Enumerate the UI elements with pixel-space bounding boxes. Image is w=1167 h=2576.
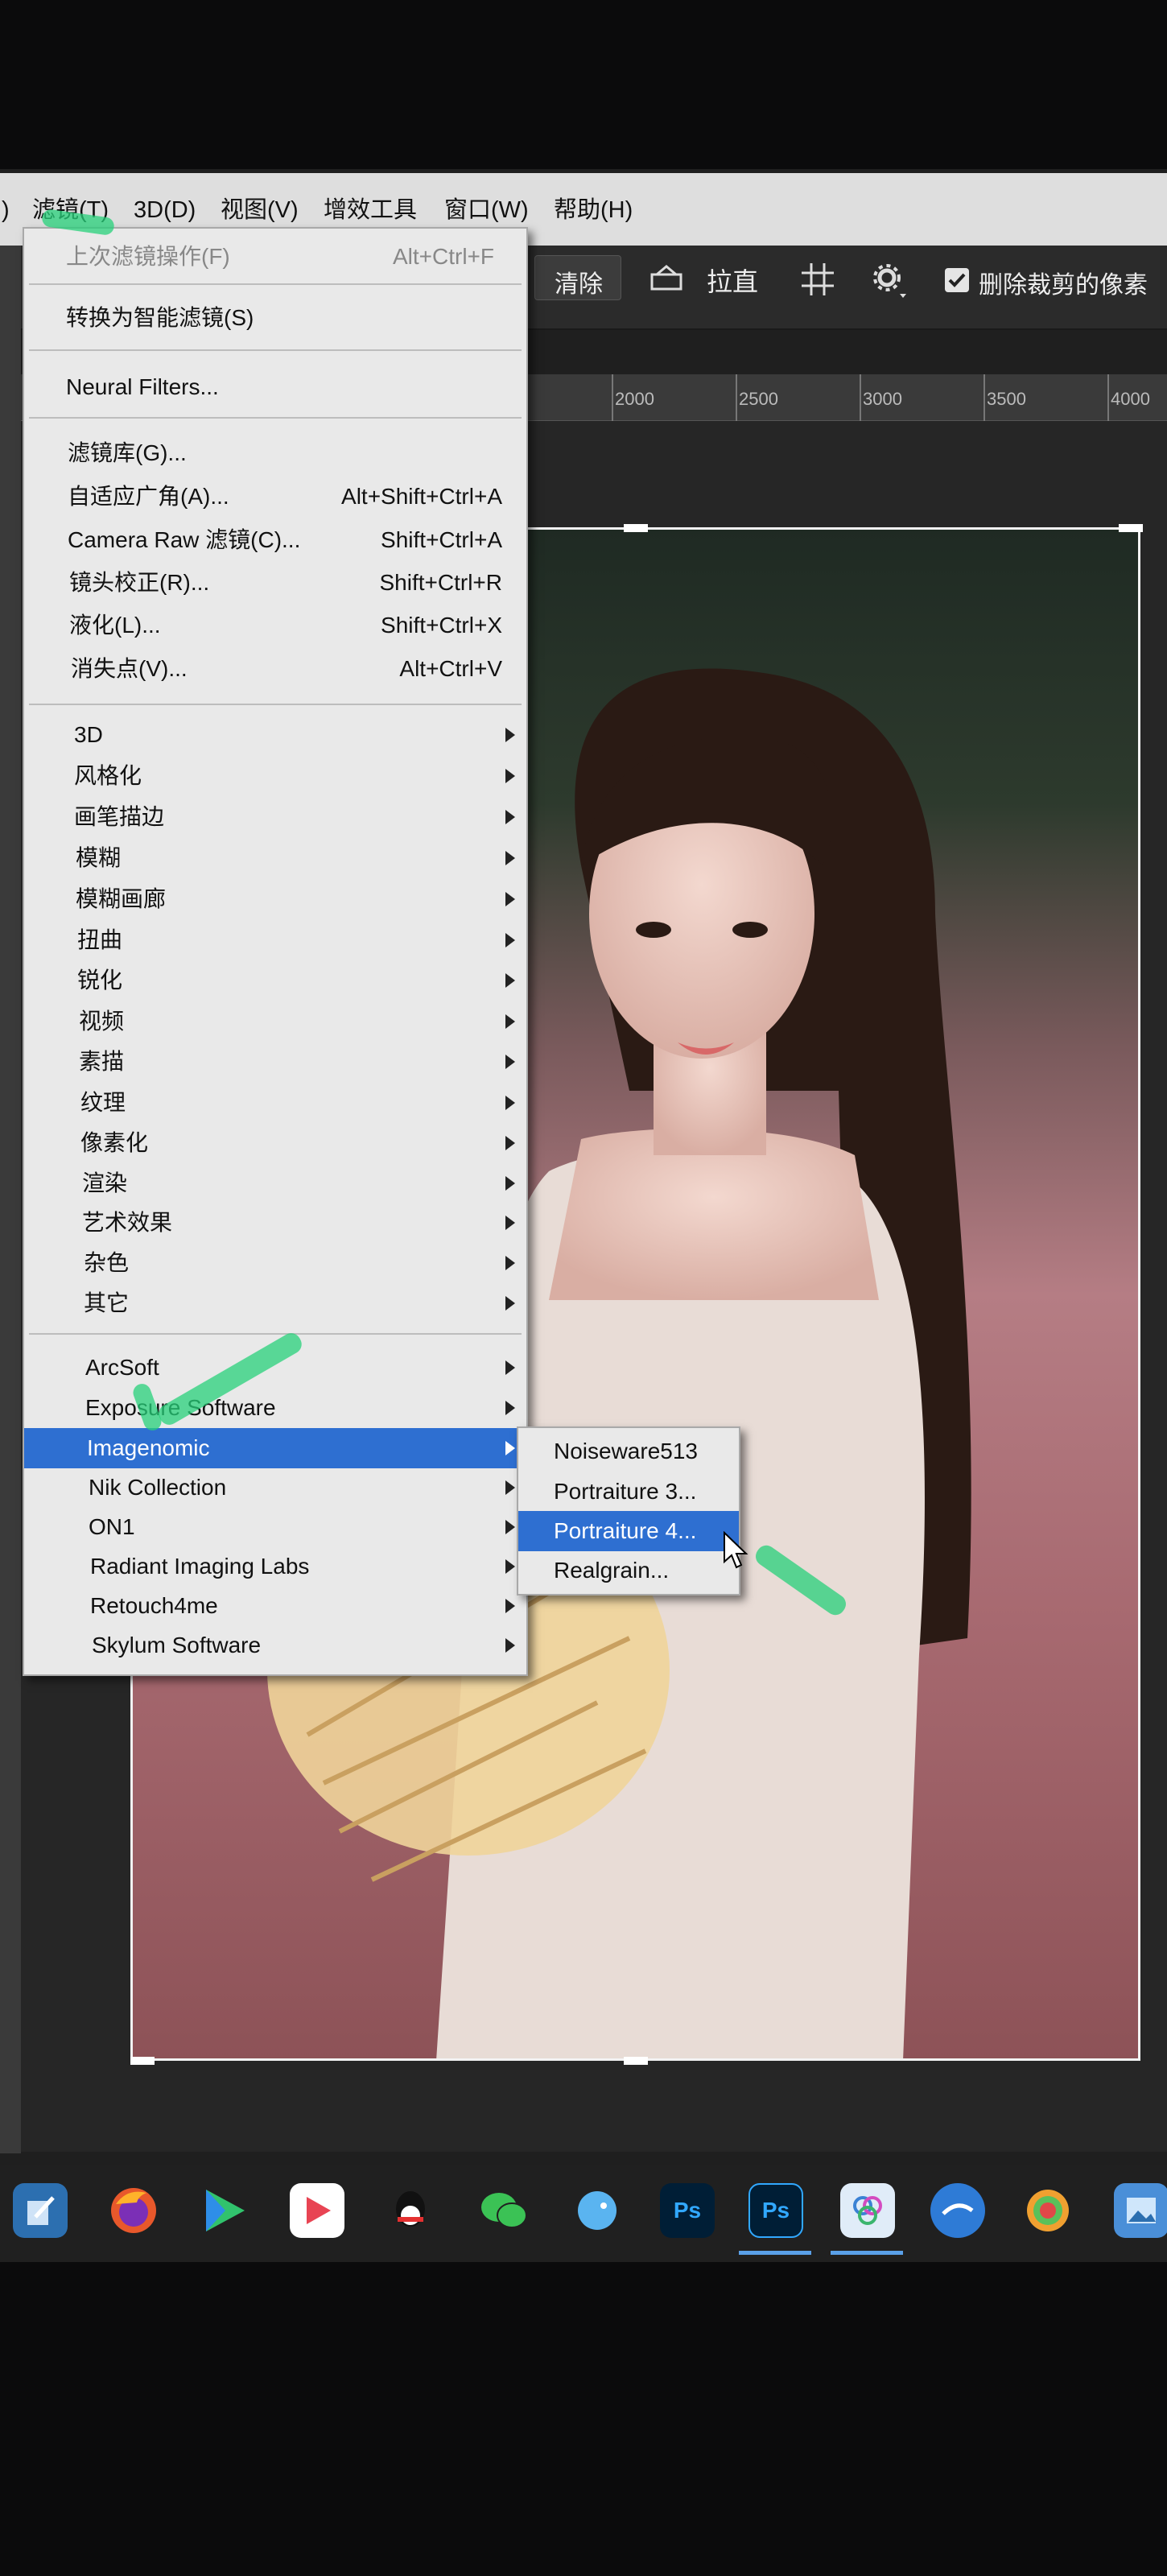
video-app-icon[interactable] — [290, 2183, 344, 2238]
wechat-app-icon[interactable] — [476, 2183, 531, 2238]
menu-item-lens-correction[interactable]: 镜头校正(R)... Shift+Ctrl+R — [24, 563, 526, 603]
photos-app-icon[interactable] — [840, 2183, 895, 2238]
menu-item-render[interactable]: 渲染 — [24, 1163, 526, 1203]
menu-help[interactable]: 帮助(H) — [554, 191, 633, 229]
menu-item-exposure-software[interactable]: Exposure Software — [24, 1388, 526, 1428]
straighten-icon[interactable] — [649, 262, 684, 294]
delete-cropped-checkbox[interactable] — [945, 268, 969, 292]
menu-item-other[interactable]: 其它 — [24, 1283, 526, 1323]
menu-item-skylum-software[interactable]: Skylum Software — [24, 1625, 526, 1666]
menu-item-distort[interactable]: 扭曲 — [24, 920, 526, 960]
clear-button[interactable]: 清除 — [534, 255, 621, 300]
menu-view[interactable]: 视图(V) — [221, 191, 299, 229]
tool-panel-edge — [0, 246, 21, 2153]
menu-plugins[interactable]: 增效工具 — [324, 191, 417, 229]
menu-item-nik-collection[interactable]: Nik Collection — [24, 1468, 526, 1508]
ruler-tick: 3000 — [863, 389, 902, 409]
crop-handle-bottom-left[interactable] — [130, 2057, 155, 2065]
menu-item-convert-smart-filter[interactable]: 转换为智能滤镜(S) — [24, 298, 526, 338]
menu-item-imagenomic[interactable]: Imagenomic — [24, 1428, 526, 1468]
submenu-item-noiseware[interactable]: Noiseware513 — [518, 1431, 739, 1472]
ruler-tick: 4000 — [1111, 389, 1150, 409]
menu-item-on1[interactable]: ON1 — [24, 1507, 526, 1547]
photoshop-label: Ps — [673, 2198, 702, 2223]
menu-item-stylize[interactable]: 风格化 — [24, 756, 526, 796]
crop-handle-top-right[interactable] — [1119, 524, 1143, 532]
crop-handle-bottom[interactable] — [624, 2057, 648, 2065]
filter-menu: 上次滤镜操作(F) Alt+Ctrl+F 转换为智能滤镜(S) Neural F… — [23, 227, 528, 1676]
photoshop-active-app-icon[interactable]: Ps — [748, 2183, 803, 2238]
notepad-app-icon[interactable] — [13, 2183, 68, 2238]
menu-item-last-filter[interactable]: 上次滤镜操作(F) Alt+Ctrl+F — [24, 237, 526, 277]
menu-item-pixelate[interactable]: 像素化 — [24, 1123, 526, 1163]
active-app-indicator — [739, 2251, 811, 2255]
clear-button-label: 清除 — [555, 271, 603, 298]
menu-item-neural-filters[interactable]: Neural Filters... — [24, 367, 526, 407]
submenu-item-realgrain[interactable]: Realgrain... — [518, 1550, 739, 1591]
menu-item-sharpen[interactable]: 锐化 — [24, 960, 526, 1001]
play-app-icon[interactable] — [196, 2183, 251, 2238]
menu-item-artistic[interactable]: 艺术效果 — [24, 1203, 526, 1243]
grid-overlay-icon[interactable] — [798, 260, 837, 299]
browser-app-icon[interactable] — [930, 2183, 985, 2238]
menu-item-adaptive-wide-angle[interactable]: 自适应广角(A)... Alt+Shift+Ctrl+A — [24, 477, 526, 517]
gear-icon[interactable] — [869, 260, 908, 299]
crop-handle-top[interactable] — [624, 524, 648, 532]
ruler-tick: 2000 — [615, 389, 654, 409]
menu-item-3d[interactable]: 3D — [24, 715, 526, 755]
straighten-label[interactable]: 拉直 — [707, 262, 758, 299]
app-indicator — [831, 2251, 903, 2255]
menu-item-filter-gallery[interactable]: 滤镜库(G)... — [24, 433, 526, 473]
menu-item-radiant-imaging-labs[interactable]: Radiant Imaging Labs — [24, 1546, 526, 1587]
photoshop-active-label: Ps — [761, 2198, 790, 2223]
menu-3d[interactable]: 3D(D) — [134, 191, 196, 229]
qq-app-icon[interactable] — [383, 2183, 438, 2238]
ruler-tick: 2500 — [739, 389, 778, 409]
menu-item-liquify[interactable]: 液化(L)... Shift+Ctrl+X — [24, 605, 526, 646]
menu-item-blur-gallery[interactable]: 模糊画廊 — [24, 879, 526, 919]
menu-item-texture[interactable]: 纹理 — [24, 1083, 526, 1123]
submenu-item-portraiture-4[interactable]: Portraiture 4... — [518, 1511, 739, 1551]
menu-item-brush-strokes[interactable]: 画笔描边 — [24, 797, 526, 837]
photoshop-app-icon[interactable]: Ps — [660, 2183, 715, 2238]
menu-item-noise[interactable]: 杂色 — [24, 1243, 526, 1283]
menu-item-blur[interactable]: 模糊 — [24, 838, 526, 878]
fish-app-icon[interactable] — [570, 2183, 625, 2238]
menu-item-retouch4me[interactable]: Retouch4me — [24, 1586, 526, 1626]
menu-fragment[interactable]: ) — [2, 191, 10, 229]
delete-cropped-label: 删除裁剪的像素 — [979, 272, 1148, 299]
firefox-app-icon[interactable] — [106, 2183, 161, 2238]
image-viewer-app-icon[interactable] — [1114, 2183, 1167, 2238]
imagenomic-submenu: Noiseware513 Portraiture 3... Portraitur… — [517, 1426, 740, 1596]
menu-item-camera-raw[interactable]: Camera Raw 滤镜(C)... Shift+Ctrl+A — [24, 520, 526, 560]
menu-item-vanishing-point[interactable]: 消失点(V)... Alt+Ctrl+V — [24, 649, 526, 689]
ruler-tick: 3500 — [987, 389, 1026, 409]
menu-window[interactable]: 窗口(W) — [444, 191, 529, 229]
submenu-item-portraiture-3[interactable]: Portraiture 3... — [518, 1472, 739, 1512]
menu-item-video[interactable]: 视频 — [24, 1001, 526, 1042]
mouse-cursor-icon — [723, 1530, 748, 1570]
menu-item-sketch[interactable]: 素描 — [24, 1042, 526, 1082]
color-wheel-app-icon[interactable] — [1021, 2183, 1075, 2238]
